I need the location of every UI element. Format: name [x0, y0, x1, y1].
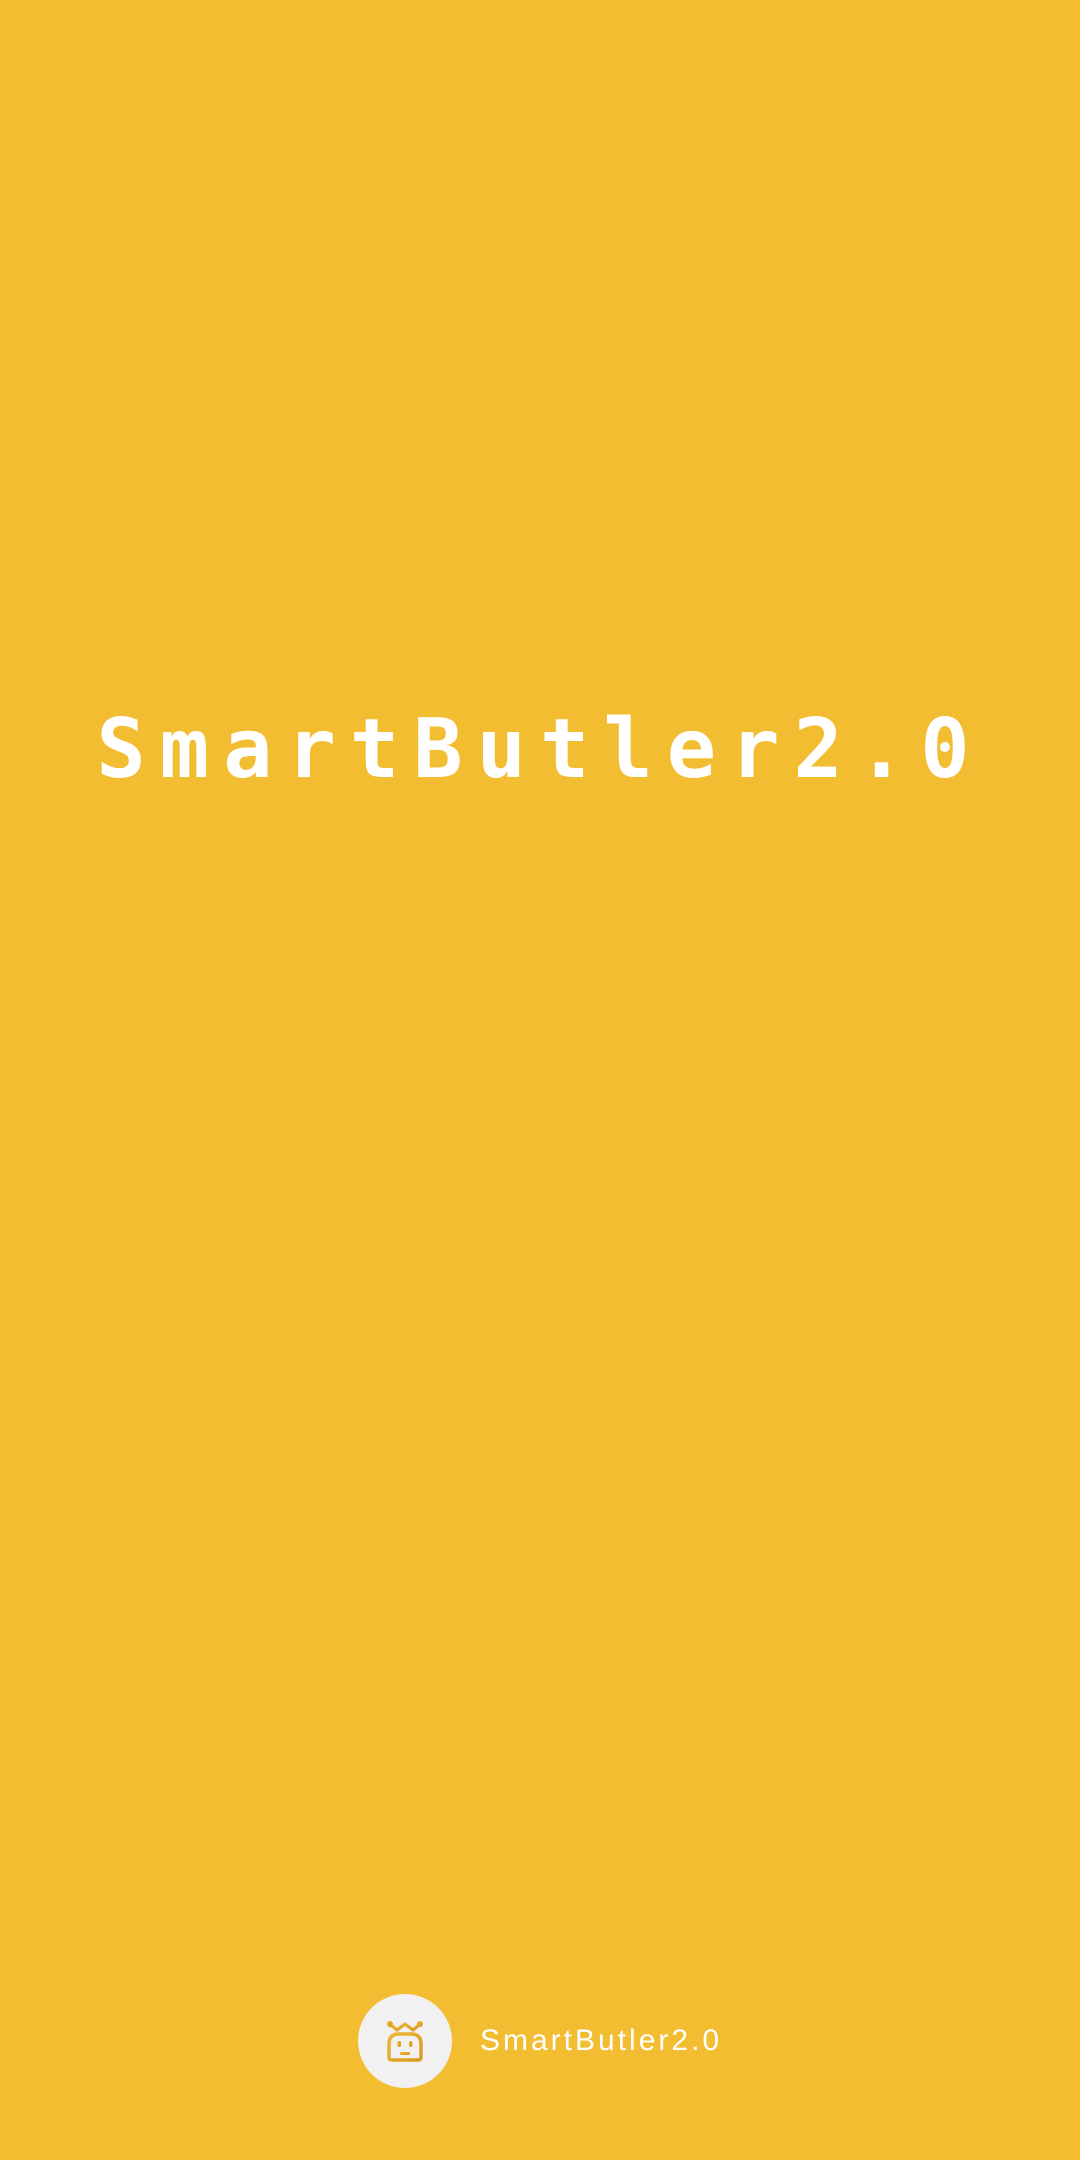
robot-butler-icon	[387, 2021, 423, 2062]
splash-title: SmartButler2.0	[96, 702, 984, 797]
footer-brand: SmartButler2.0	[358, 1994, 722, 2088]
app-logo	[358, 1994, 452, 2088]
footer-app-name: SmartButler2.0	[480, 2024, 723, 2057]
